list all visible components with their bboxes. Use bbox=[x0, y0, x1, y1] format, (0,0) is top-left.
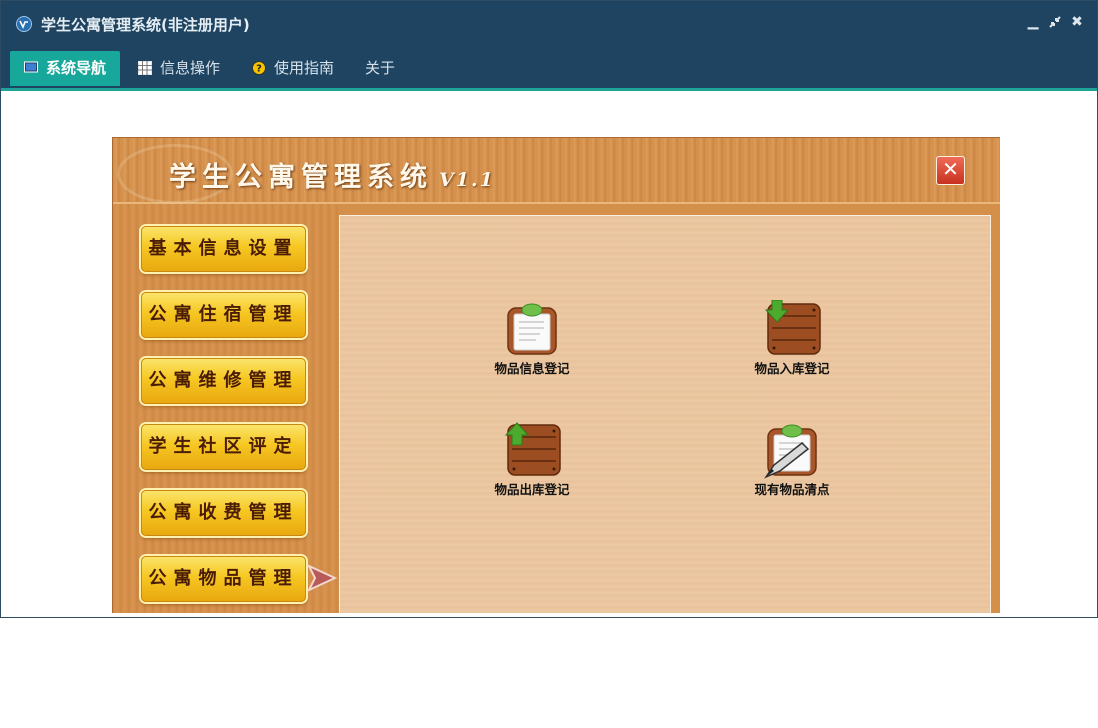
window-title: 学生公寓管理系统(非注册用户) bbox=[41, 16, 250, 34]
tab-bar: 系统导航 信息操作 ? 使用指南 关于 bbox=[1, 45, 1097, 91]
item-label: 物品入库登记 bbox=[754, 361, 830, 376]
tab-system-nav[interactable]: 系统导航 bbox=[10, 51, 120, 86]
app-logo-icon bbox=[16, 16, 32, 32]
app-window: 学生公寓管理系统(非注册用户) ▁ ✖ 系统导航 信息操作 ? 使用指南 关于 … bbox=[0, 0, 1098, 618]
tab-label: 关于 bbox=[365, 59, 396, 77]
tab-user-guide[interactable]: ? 使用指南 bbox=[252, 51, 334, 86]
item-current-goods-inventory[interactable]: 现有物品清点 bbox=[737, 421, 847, 498]
nav-goods-management[interactable]: 公寓物品管理 bbox=[141, 556, 306, 602]
app-title-text: 学生公寓管理系统 bbox=[169, 162, 433, 193]
help-icon: ? bbox=[252, 61, 266, 75]
tab-label: 使用指南 bbox=[274, 59, 335, 77]
item-label: 物品出库登记 bbox=[494, 482, 570, 497]
app-version: V1.1 bbox=[439, 169, 495, 191]
clipboard-pen-icon bbox=[763, 424, 817, 479]
app-close-button[interactable]: ✕ bbox=[936, 156, 965, 185]
nav-basic-info-settings[interactable]: 基本信息设置 bbox=[141, 226, 306, 272]
app-title: 学生公寓管理系统 V1.1 bbox=[169, 155, 495, 194]
minimize-icon[interactable]: ▁ bbox=[1026, 15, 1040, 29]
tab-label: 信息操作 bbox=[160, 59, 221, 77]
item-goods-info-register[interactable]: 物品信息登记 bbox=[477, 300, 587, 377]
item-label: 现有物品清点 bbox=[754, 482, 830, 497]
restore-icon[interactable] bbox=[1048, 15, 1062, 29]
close-icon[interactable]: ✖ bbox=[1070, 15, 1084, 29]
clipboard-icon bbox=[507, 303, 557, 355]
nav-accommodation-management[interactable]: 公寓住宿管理 bbox=[141, 292, 306, 338]
svg-text:?: ? bbox=[256, 64, 262, 75]
nav-fee-management[interactable]: 公寓收费管理 bbox=[141, 490, 306, 536]
item-goods-outbound-register[interactable]: 物品出库登记 bbox=[477, 421, 587, 498]
tab-label: 系统导航 bbox=[45, 59, 106, 77]
active-arrow-icon bbox=[307, 564, 337, 592]
grid-icon bbox=[138, 61, 152, 75]
item-goods-inbound-register[interactable]: 物品入库登记 bbox=[737, 299, 847, 377]
crate-out-icon bbox=[504, 422, 561, 476]
monitor-icon bbox=[23, 61, 38, 73]
app-header: 学生公寓管理系统 V1.1 ✕ bbox=[113, 138, 1000, 204]
crate-in-icon bbox=[764, 299, 821, 355]
title-bar: 学生公寓管理系统(非注册用户) ▁ ✖ bbox=[1, 1, 1097, 45]
sidebar: 基本信息设置 公寓住宿管理 公寓维修管理 学生社区评定 公寓收费管理 公寓物品管… bbox=[113, 204, 339, 613]
tab-about[interactable]: 关于 bbox=[365, 51, 395, 86]
nav-community-evaluation[interactable]: 学生社区评定 bbox=[141, 424, 306, 470]
nav-maintenance-management[interactable]: 公寓维修管理 bbox=[141, 358, 306, 404]
tab-info-ops[interactable]: 信息操作 bbox=[138, 51, 220, 86]
apartment-app: 学生公寓管理系统 V1.1 ✕ 基本信息设置 公寓住宿管理 公寓维修管理 学生社区… bbox=[112, 137, 1000, 613]
content-panel: 物品信息登记 物品入库登记 物品出库登记 现有物品清点 bbox=[339, 215, 991, 613]
item-label: 物品信息登记 bbox=[494, 361, 570, 376]
